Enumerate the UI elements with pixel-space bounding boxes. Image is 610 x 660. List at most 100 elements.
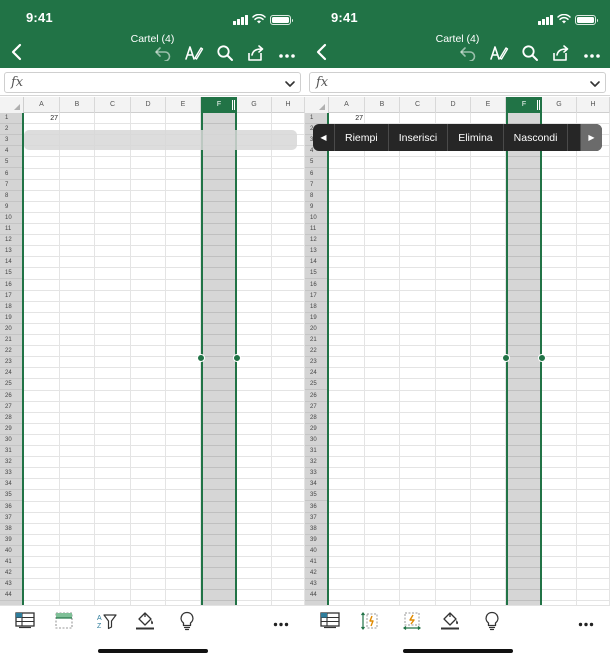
undo-button[interactable] (150, 44, 175, 66)
row-header[interactable]: 34 (305, 479, 327, 491)
row-header[interactable]: 11 (305, 224, 327, 235)
row-header[interactable]: 13 (0, 246, 22, 258)
column-header-g[interactable]: G (237, 97, 272, 113)
row-header[interactable]: 1 (305, 113, 327, 124)
row-header[interactable]: 37 (305, 513, 327, 524)
row-header[interactable]: 14 (305, 257, 327, 269)
cell-a1[interactable]: 27 (24, 113, 58, 124)
chevron-down-icon[interactable] (284, 77, 296, 89)
row-header[interactable]: 23 (0, 357, 22, 369)
row-header[interactable]: 10 (305, 213, 327, 224)
row-header[interactable]: 10 (0, 213, 22, 224)
row-header[interactable]: 19 (305, 313, 327, 324)
row-header[interactable]: 43 (305, 579, 327, 591)
row-header[interactable]: 31 (0, 446, 22, 457)
row-header[interactable]: 42 (305, 568, 327, 580)
column-header-f[interactable]: F (506, 97, 542, 113)
more-button[interactable] (575, 612, 597, 634)
row-header[interactable]: 11 (0, 224, 22, 235)
row-header[interactable]: 15 (305, 268, 327, 280)
autofit-row-button[interactable] (358, 611, 380, 634)
search-button[interactable] (212, 44, 237, 66)
row-header[interactable]: 6 (0, 169, 22, 180)
selected-column-highlight[interactable] (201, 113, 237, 605)
context-menu-prev-button[interactable]: ◀ (313, 124, 335, 151)
row-header[interactable]: 35 (305, 490, 327, 502)
column-header-c[interactable]: C (400, 97, 436, 113)
select-all-corner[interactable] (0, 97, 24, 113)
row-header[interactable]: 39 (0, 535, 22, 546)
context-menu-item-riempi[interactable]: Riempi (335, 124, 389, 151)
row-header[interactable]: 28 (0, 413, 22, 424)
row-header[interactable]: 41 (305, 557, 327, 568)
share-button[interactable] (548, 44, 573, 66)
row-header[interactable]: 21 (0, 335, 22, 346)
back-button[interactable] (6, 43, 26, 64)
row-header[interactable]: 5 (305, 157, 327, 169)
row-header[interactable]: 27 (305, 402, 327, 413)
selection-handle-right[interactable] (538, 354, 546, 362)
row-header[interactable]: 44 (305, 590, 327, 602)
row-header[interactable]: 43 (0, 579, 22, 591)
selection-handle-left[interactable] (502, 354, 510, 362)
row-header[interactable]: 24 (0, 368, 22, 380)
formula-input[interactable]: fx (309, 72, 606, 93)
row-header[interactable]: 26 (0, 391, 22, 402)
lightbulb-button[interactable] (481, 611, 503, 634)
formula-input[interactable]: fx (4, 72, 301, 93)
row-header[interactable]: 4 (0, 146, 22, 158)
row-header[interactable]: 8 (305, 191, 327, 202)
row-header[interactable]: 32 (0, 457, 22, 469)
row-header[interactable]: 9 (305, 202, 327, 213)
selection-handle-left[interactable] (197, 354, 205, 362)
row-header[interactable]: 9 (0, 202, 22, 213)
fill-color-button[interactable] (439, 611, 461, 634)
row-header[interactable]: 5 (0, 157, 22, 169)
column-header-e[interactable]: E (166, 97, 201, 113)
column-header-d[interactable]: D (436, 97, 471, 113)
row-header[interactable]: 40 (305, 546, 327, 557)
row-header[interactable]: 7 (0, 180, 22, 191)
row-header[interactable]: 33 (305, 468, 327, 480)
row-header[interactable]: 41 (0, 557, 22, 568)
column-header-c[interactable]: C (95, 97, 131, 113)
row-header[interactable]: 19 (0, 313, 22, 324)
column-header-b[interactable]: B (60, 97, 95, 113)
context-menu-item-nascondi[interactable]: Nascondi (504, 124, 569, 151)
back-button[interactable] (311, 43, 331, 64)
row-header[interactable]: 36 (0, 502, 22, 513)
search-button[interactable] (517, 44, 542, 66)
row-header[interactable]: 18 (305, 302, 327, 313)
select-all-corner[interactable] (305, 97, 329, 113)
row-header[interactable]: 30 (305, 435, 327, 446)
table-button[interactable] (14, 612, 36, 634)
more-button[interactable] (579, 44, 604, 66)
row-header[interactable]: 38 (305, 524, 327, 535)
column-header-d[interactable]: D (131, 97, 166, 113)
row-header[interactable]: 22 (305, 346, 327, 358)
chevron-down-icon[interactable] (589, 77, 601, 89)
row-header[interactable]: 16 (305, 280, 327, 291)
context-menu-next-button[interactable]: ▶ (580, 124, 602, 151)
row-header[interactable]: 24 (305, 368, 327, 380)
row-header[interactable]: 18 (0, 302, 22, 313)
column-resize-handle[interactable] (537, 100, 540, 110)
column-header-b[interactable]: B (365, 97, 400, 113)
row-header[interactable]: 25 (305, 379, 327, 391)
row-header[interactable]: 34 (0, 479, 22, 491)
row-header[interactable]: 26 (305, 391, 327, 402)
row-header[interactable]: 17 (305, 291, 327, 302)
column-header-a[interactable]: A (329, 97, 365, 113)
context-menu-item-inserisci[interactable]: Inserisci (389, 124, 449, 151)
row-header[interactable]: 29 (0, 424, 22, 435)
selection-handle-right[interactable] (233, 354, 241, 362)
row-header[interactable]: 35 (0, 490, 22, 502)
row-header[interactable]: 14 (0, 257, 22, 269)
lightbulb-button[interactable] (176, 611, 198, 634)
column-resize-handle[interactable] (232, 100, 235, 110)
row-header[interactable]: 16 (0, 280, 22, 291)
row-header[interactable]: 44 (0, 590, 22, 602)
row-header[interactable]: 33 (0, 468, 22, 480)
row-header[interactable]: 38 (0, 524, 22, 535)
row-header[interactable]: 12 (0, 235, 22, 247)
